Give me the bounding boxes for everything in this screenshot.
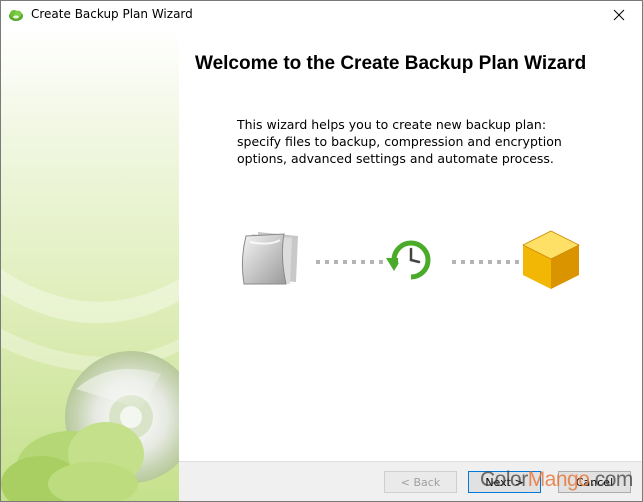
wizard-footer: < Back Next > Cancel: [179, 461, 642, 501]
cancel-button[interactable]: Cancel: [558, 471, 631, 493]
wizard-side-banner: [1, 29, 179, 501]
close-icon: [613, 9, 625, 21]
documents-icon: [240, 226, 302, 293]
yellow-cube-icon: [521, 229, 581, 296]
close-button[interactable]: [596, 1, 642, 29]
back-button[interactable]: < Back: [384, 471, 457, 493]
app-icon: [8, 7, 24, 23]
wizard-window: Create Backup Plan Wizard Welcome to the…: [0, 0, 643, 502]
next-button[interactable]: Next >: [468, 471, 541, 493]
page-title: Welcome to the Create Backup Plan Wizard: [195, 53, 587, 74]
window-title: Create Backup Plan Wizard: [31, 7, 193, 21]
restore-clock-icon: [384, 233, 438, 292]
dotted-connector-left: [316, 260, 383, 264]
wizard-description: This wizard helps you to create new back…: [237, 117, 562, 166]
dotted-connector-right: [452, 260, 519, 264]
title-bar[interactable]: Create Backup Plan Wizard: [1, 1, 642, 29]
wizard-content: Welcome to the Create Backup Plan Wizard…: [179, 29, 642, 461]
disc-cloud-illustration: [1, 269, 179, 501]
